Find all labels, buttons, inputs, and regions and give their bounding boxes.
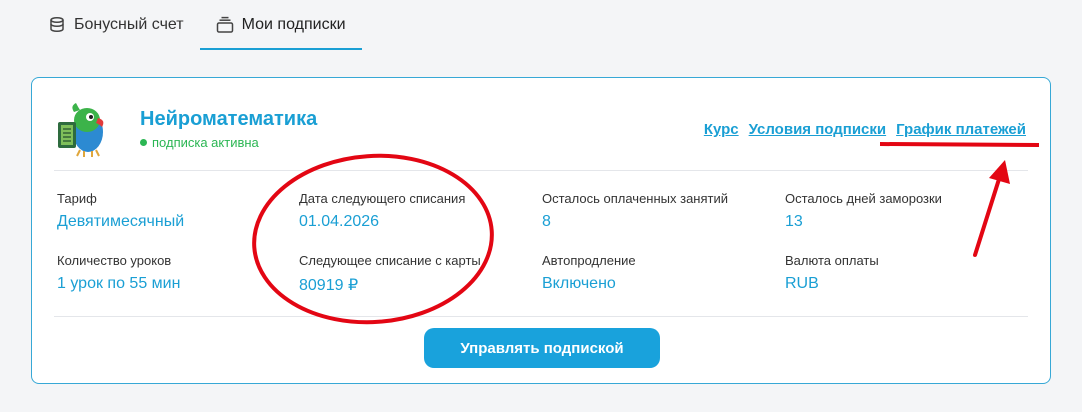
autorenew-value: Включено xyxy=(542,275,616,292)
next-charge-date-label: Дата следующего списания xyxy=(299,191,466,206)
subscription-card: Нейроматематика подписка активна Курс Ус… xyxy=(31,77,1051,384)
tab-bonus-account-label: Бонусный счет xyxy=(74,16,184,33)
stack-icon xyxy=(216,16,234,34)
next-charge-date-value: 01.04.2026 xyxy=(299,213,380,230)
lessons-count-value: 1 урок по 55 мин xyxy=(57,275,181,292)
tariff-field: Тариф Девятимесячный xyxy=(57,191,299,253)
autorenew-field: Автопродление Включено xyxy=(542,253,785,315)
divider xyxy=(54,316,1028,317)
course-logo-parrot xyxy=(54,98,110,158)
freeze-days-field: Осталось дней заморозки 13 xyxy=(785,191,1028,253)
autorenew-label: Автопродление xyxy=(542,253,636,268)
tab-bonus-account[interactable]: Бонусный счет xyxy=(32,0,200,50)
tab-my-subscriptions-label: Мои подписки xyxy=(241,16,346,33)
subscription-info-grid: Тариф Девятимесячный Дата следующего спи… xyxy=(57,191,1028,315)
freeze-days-value: 13 xyxy=(785,213,803,230)
tariff-value: Девятимесячный xyxy=(57,213,185,230)
status-dot-icon xyxy=(140,139,147,146)
currency-value: RUB xyxy=(785,275,819,292)
next-charge-amount-field: Следующее списание с карты 80919 ₽ xyxy=(299,253,542,315)
next-charge-date-field: Дата следующего списания 01.04.2026 xyxy=(299,191,542,253)
next-charge-amount-value: 80919 ₽ xyxy=(299,277,359,294)
tariff-label: Тариф xyxy=(57,191,97,206)
paid-lessons-label: Осталось оплаченных занятий xyxy=(542,191,728,206)
subscription-terms-link[interactable]: Условия подписки xyxy=(749,121,886,138)
divider xyxy=(54,170,1028,171)
currency-field: Валюта оплаты RUB xyxy=(785,253,1028,315)
tab-bar: Бонусный счет Мои подписки xyxy=(32,0,362,50)
payment-schedule-link[interactable]: График платежей xyxy=(896,121,1026,138)
paid-lessons-value: 8 xyxy=(542,213,551,230)
lessons-count-field: Количество уроков 1 урок по 55 мин xyxy=(57,253,299,315)
card-links: Курс Условия подписки График платежей xyxy=(704,121,1026,138)
lessons-count-label: Количество уроков xyxy=(57,253,172,268)
status-text: подписка активна xyxy=(152,135,259,150)
course-link[interactable]: Курс xyxy=(704,121,739,138)
coins-icon xyxy=(48,16,66,34)
course-title: Нейроматематика xyxy=(140,108,318,130)
next-charge-amount-label: Следующее списание с карты xyxy=(299,253,481,268)
status-badge: подписка активна xyxy=(140,135,259,150)
manage-subscription-button[interactable]: Управлять подпиской xyxy=(424,328,660,368)
freeze-days-label: Осталось дней заморозки xyxy=(785,191,942,206)
paid-lessons-field: Осталось оплаченных занятий 8 xyxy=(542,191,785,253)
currency-label: Валюта оплаты xyxy=(785,253,879,268)
tab-my-subscriptions[interactable]: Мои подписки xyxy=(199,0,362,50)
